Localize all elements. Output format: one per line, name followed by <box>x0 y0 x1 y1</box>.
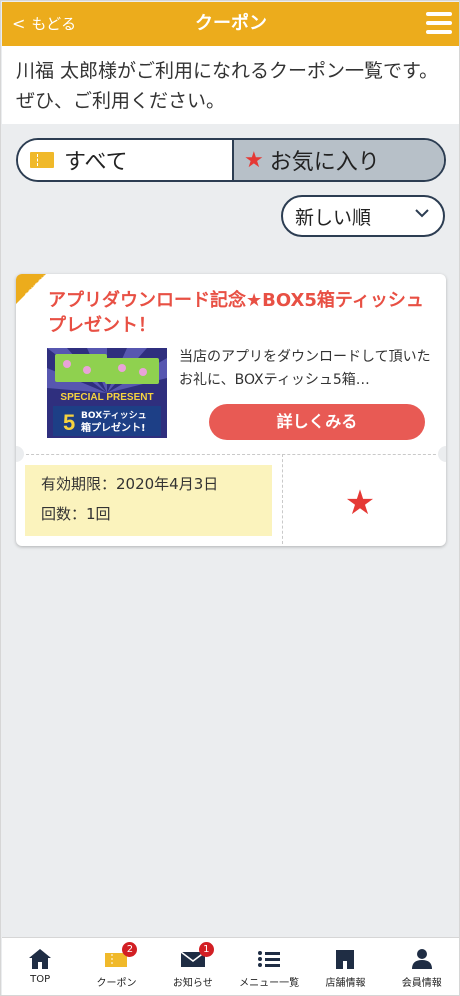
sort-select[interactable]: 新しい順 <box>281 195 445 237</box>
coupon-card: COUPON アプリダウンロード記念★BOX5箱ティッシュプレゼント！ SPEC… <box>16 274 446 546</box>
nav-item-menu[interactable]: メニュー一覧 <box>231 938 307 995</box>
nav-label-top: TOP <box>30 974 51 985</box>
coupon-vertical-divider <box>282 454 283 544</box>
hamburger-menu-icon[interactable] <box>426 12 452 36</box>
tab-favorites-label: お気に入り <box>269 150 380 175</box>
tab-all[interactable]: すべて <box>18 140 234 180</box>
user-icon <box>411 949 432 969</box>
chevron-down-icon <box>415 209 429 218</box>
sort-selected-value: 新しい順 <box>295 206 372 229</box>
image-present-text: 箱プレゼント! <box>81 421 146 434</box>
store-icon <box>336 950 355 969</box>
image-box-tissue-text: BOXティッシュ <box>81 410 147 421</box>
list-icon <box>258 951 281 967</box>
coupon-notch-right <box>438 446 446 462</box>
intro-text: 川福 太郎様がご利用になれるクーポン一覧です。ぜひ、ご利用ください。 <box>2 46 459 124</box>
coupon-expiry-date: 有効期限：2020年4月3日 <box>41 475 219 493</box>
nav-label-news: お知らせ <box>172 978 213 989</box>
nav-item-store[interactable]: 店舗情報 <box>307 938 383 995</box>
coupon-expiry-box: 有効期限：2020年4月3日 回数：1回 <box>25 465 272 536</box>
back-button[interactable]: < もどる <box>12 2 76 46</box>
nav-label-store: 店舗情報 <box>325 978 366 989</box>
coupon-notch-left <box>16 446 24 462</box>
image-number-text: 5 <box>63 410 75 435</box>
coupon-title: アプリダウンロード記念★BOX5箱ティッシュプレゼント！ <box>48 290 424 336</box>
back-label: もどる <box>31 15 77 33</box>
home-icon <box>29 949 52 969</box>
image-special-present-text: SPECIAL PRESENT <box>60 392 153 403</box>
star-icon: ★ <box>344 483 376 523</box>
nav-item-top[interactable]: TOP <box>2 938 78 995</box>
nav-label-coupon: クーポン <box>96 978 137 989</box>
favorite-star-button[interactable]: ★ <box>336 479 384 527</box>
coupon-usage-count: 回数：1回 <box>41 505 111 523</box>
app-frame: < もどる クーポン 川福 太郎様がご利用になれるクーポン一覧です。ぜひ、ご利用… <box>0 0 460 996</box>
star-icon: ★ <box>244 147 264 173</box>
tab-all-label: すべて <box>64 150 128 175</box>
coupon-description: 当店のアプリをダウンロードして頂いたお礼に、BOXティッシュ5箱… <box>179 349 431 388</box>
mail-icon: 1 <box>180 942 214 970</box>
coupon-divider <box>16 454 446 455</box>
coupon-badge: 2 <box>122 942 138 957</box>
tab-favorites[interactable]: ★ お気に入り <box>234 140 444 180</box>
news-badge: 1 <box>198 942 214 957</box>
coupon-icon: 2 <box>103 942 138 970</box>
nav-item-coupon[interactable]: 2 クーポン <box>78 938 154 995</box>
app-header: < もどる クーポン <box>2 2 459 46</box>
nav-item-member[interactable]: 会員情報 <box>384 938 459 995</box>
nav-label-menu: メニュー一覧 <box>239 978 300 989</box>
chevron-left-icon: < <box>12 14 26 33</box>
ticket-icon <box>30 152 54 168</box>
coupon-detail-button[interactable]: 詳しくみる <box>209 404 425 440</box>
coupon-image: SPECIAL PRESENT 5 BOXティッシュ 箱プレゼント! <box>47 348 167 438</box>
bottom-nav: TOP 2 クーポン 1 お知らせ メニュー一覧 店舗情報 会員情報 <box>2 937 459 995</box>
nav-item-news[interactable]: 1 お知らせ <box>155 938 231 995</box>
filter-tabs: すべて ★ お気に入り <box>16 138 446 182</box>
nav-label-member: 会員情報 <box>401 978 442 989</box>
